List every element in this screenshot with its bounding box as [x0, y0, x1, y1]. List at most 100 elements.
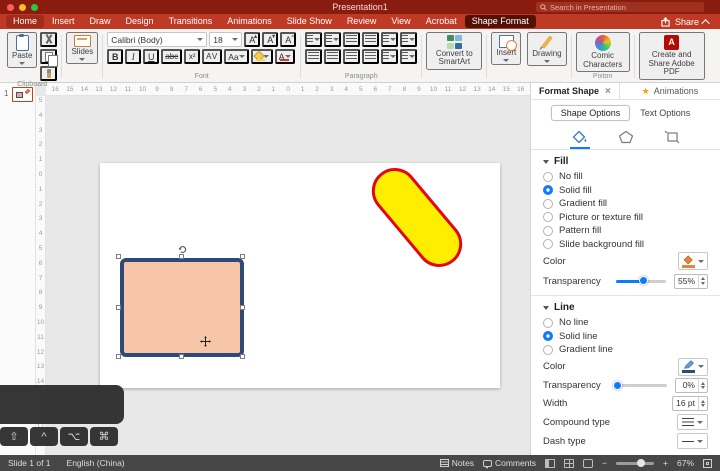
font-family-select[interactable]: Calibri (Body) [107, 32, 207, 47]
superscript-button[interactable]: x² [184, 49, 200, 64]
font-size-select[interactable]: 18 [209, 32, 242, 47]
fill-transparency-stepper[interactable]: 55% [674, 274, 708, 289]
line-section-header[interactable]: Line [531, 296, 720, 316]
clear-formatting-button[interactable]: A× [280, 32, 296, 47]
tab-design[interactable]: Design [119, 15, 161, 28]
underline-button[interactable]: U [143, 49, 159, 64]
line-transparency-stepper[interactable]: 0% [675, 378, 708, 393]
fit-slide-button[interactable] [703, 459, 712, 468]
size-properties-tab[interactable] [662, 128, 682, 149]
slider-thumb[interactable] [639, 276, 648, 285]
step-up-icon[interactable] [701, 277, 705, 280]
step-down-icon[interactable] [701, 386, 705, 389]
tab-view[interactable]: View [384, 15, 417, 28]
close-pane-icon[interactable]: × [605, 86, 611, 97]
fill-color-button[interactable] [678, 252, 708, 270]
copy-button[interactable] [40, 49, 57, 64]
resize-handle-se[interactable] [240, 354, 245, 359]
collapse-ribbon-icon[interactable] [701, 19, 709, 27]
align-left-button[interactable] [305, 49, 322, 64]
resize-handle-nw[interactable] [116, 254, 121, 259]
fill-option-pattern-fill[interactable]: Pattern fill [531, 224, 720, 238]
comic-characters-button[interactable]: Comic Characters [576, 32, 630, 72]
decrease-indent-button[interactable] [343, 32, 360, 47]
zoom-slider-thumb[interactable] [637, 459, 645, 467]
zoom-in-button[interactable]: + [663, 458, 668, 468]
justify-button[interactable] [362, 49, 379, 64]
text-direction-button[interactable] [400, 32, 417, 47]
zoom-percentage[interactable]: 67% [677, 458, 694, 468]
language-indicator[interactable]: English (China) [67, 458, 125, 468]
tab-slide-show[interactable]: Slide Show [280, 15, 339, 28]
dash-type-dropdown[interactable] [677, 433, 708, 449]
fill-section-header[interactable]: Fill [531, 150, 720, 170]
fill-option-picture-texture-fill[interactable]: Picture or texture fill [531, 211, 720, 225]
zoom-slider[interactable] [616, 462, 654, 465]
fill-option-solid-fill[interactable]: Solid fill [531, 184, 720, 198]
paste-button[interactable]: Paste [7, 32, 37, 68]
create-adobe-pdf-button[interactable]: A Create and Share Adobe PDF [639, 32, 705, 80]
increase-font-size-button[interactable]: A▲ [244, 32, 260, 47]
line-color-button[interactable] [678, 358, 708, 376]
rotate-handle-icon[interactable] [177, 242, 188, 253]
resize-handle-s[interactable] [179, 354, 184, 359]
resize-handle-sw[interactable] [116, 354, 121, 359]
align-text-button[interactable] [400, 49, 417, 64]
line-spacing-button[interactable] [381, 32, 398, 47]
search-box[interactable] [536, 2, 704, 12]
slider-thumb[interactable] [613, 381, 622, 390]
fill-option-no-fill[interactable]: No fill [531, 170, 720, 184]
share-button[interactable]: Share [675, 17, 699, 27]
cut-button[interactable] [40, 32, 57, 47]
line-width-stepper[interactable]: 16 pt [672, 396, 708, 411]
increase-indent-button[interactable] [362, 32, 379, 47]
step-down-icon[interactable] [701, 404, 705, 407]
change-case-button[interactable]: Aa [224, 49, 248, 64]
text-options-tab[interactable]: Text Options [630, 105, 700, 121]
tab-transitions[interactable]: Transitions [162, 15, 220, 28]
highlight-color-button[interactable] [251, 49, 273, 64]
tab-acrobat[interactable]: Acrobat [419, 15, 464, 28]
align-center-button[interactable] [324, 49, 341, 64]
tab-home[interactable]: Home [6, 15, 44, 28]
search-input[interactable] [550, 2, 700, 12]
convert-to-smartart-button[interactable]: Convert to SmartArt [426, 32, 482, 70]
new-slide-button[interactable]: Slides [66, 32, 98, 64]
notes-toggle[interactable]: Notes [440, 458, 474, 468]
step-up-icon[interactable] [701, 400, 705, 403]
align-right-button[interactable] [343, 49, 360, 64]
compound-type-dropdown[interactable] [677, 414, 708, 430]
tab-shape-format[interactable]: Shape Format [465, 15, 536, 28]
comments-toggle[interactable]: Comments [483, 458, 536, 468]
animations-pane-tab[interactable]: ★ Animations [619, 83, 720, 99]
line-option-solid-line[interactable]: Solid line [531, 330, 720, 344]
step-up-icon[interactable] [701, 382, 705, 385]
zoom-out-button[interactable]: − [602, 458, 607, 468]
fill-transparency-slider[interactable] [616, 280, 666, 283]
format-shape-pane-tab[interactable]: Format Shape × [531, 83, 619, 99]
line-option-gradient-line[interactable]: Gradient line [531, 343, 720, 357]
fill-line-tab[interactable] [570, 128, 590, 149]
tab-animations[interactable]: Animations [220, 15, 279, 28]
resize-handle-e[interactable] [240, 305, 245, 310]
fill-option-gradient-fill[interactable]: Gradient fill [531, 197, 720, 211]
line-transparency-slider[interactable] [617, 384, 667, 387]
slide-sorter-view-button[interactable] [564, 459, 574, 468]
format-painter-button[interactable] [40, 66, 57, 81]
bold-button[interactable]: B [107, 49, 123, 64]
drawing-button[interactable]: Drawing [527, 32, 566, 66]
resize-handle-ne[interactable] [240, 254, 245, 259]
line-option-no-line[interactable]: No line [531, 316, 720, 330]
effects-tab[interactable] [616, 128, 636, 149]
tab-insert[interactable]: Insert [45, 15, 82, 28]
tab-draw[interactable]: Draw [83, 15, 118, 28]
normal-view-button[interactable] [545, 459, 555, 468]
rounded-rectangle-shape[interactable] [120, 258, 244, 357]
italic-button[interactable]: I [125, 49, 141, 64]
insert-shapes-button[interactable]: Insert [491, 32, 521, 65]
bullets-button[interactable] [305, 32, 322, 47]
resize-handle-w[interactable] [116, 305, 121, 310]
tab-review[interactable]: Review [340, 15, 384, 28]
fill-option-slide-background-fill[interactable]: Slide background fill [531, 238, 720, 252]
step-down-icon[interactable] [701, 282, 705, 285]
